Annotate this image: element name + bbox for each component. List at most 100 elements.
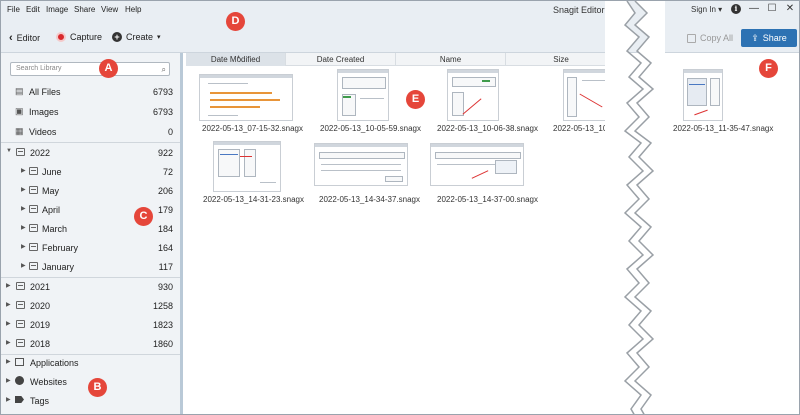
thumb-line (208, 83, 248, 84)
tree-month-june[interactable]: ▶ June 72 (1, 162, 180, 181)
file-thumbnail[interactable] (314, 143, 408, 186)
collapsed-arrow-icon: ▶ (21, 244, 26, 250)
images-icon: ▣ (15, 106, 24, 116)
collapsed-arrow-icon: ▶ (6, 397, 11, 403)
create-button[interactable]: + Create ▾ (112, 32, 161, 42)
file-thumbnail[interactable] (683, 69, 723, 121)
column-name[interactable]: Name (396, 53, 506, 66)
menu-image[interactable]: Image (46, 5, 68, 14)
thumb-line (360, 98, 384, 99)
editor-back-button[interactable]: ‹ Editor (9, 32, 40, 44)
menu-file[interactable]: File (7, 5, 20, 14)
library-videos[interactable]: ▦ Videos 0 (1, 123, 180, 141)
plus-icon: + (112, 32, 122, 42)
thumb-ribbon (435, 152, 521, 159)
thumb-highlight (210, 92, 272, 94)
menu-edit[interactable]: Edit (26, 5, 40, 14)
tree-label: February (42, 243, 79, 253)
thumb-arrow (462, 98, 482, 115)
chevron-down-icon: ▾ (157, 34, 161, 41)
callout-c: C (134, 207, 153, 226)
capture-icon (56, 32, 66, 42)
share-button[interactable]: ⇪ Share (741, 29, 797, 47)
tree-year-2019[interactable]: ▶ 2019 1823 (1, 315, 180, 334)
sort-header: ▲ Date Modified Date Created Name Size (186, 53, 616, 66)
thumb-selected-line (220, 154, 238, 155)
tree-year-2021[interactable]: ▶ 2021 930 (1, 277, 180, 296)
file-thumbnail[interactable] (447, 69, 499, 121)
thumb-panel (244, 149, 256, 177)
tree-applications[interactable]: ▶ Applications (1, 353, 180, 372)
tree-label: January (42, 262, 75, 272)
calendar-icon (29, 262, 38, 270)
calendar-icon (29, 243, 38, 251)
file-name[interactable]: 2022-05-13_10-06-38.snagx (437, 124, 538, 133)
tree-month-may[interactable]: ▶ May 206 (1, 181, 180, 200)
tree-count: 930 (157, 282, 173, 292)
tree-year-2018[interactable]: ▶ 2018 1860 (1, 334, 180, 353)
callout-b: B (88, 378, 107, 397)
tree-month-january[interactable]: ▶ January 117 (1, 257, 180, 276)
all-files-icon: ▤ (15, 86, 24, 96)
column-label: Size (553, 55, 569, 64)
library-count: 0 (167, 127, 173, 137)
menu-share[interactable]: Share (74, 5, 95, 14)
tree-year-2022[interactable]: ▼ 2022 922 (1, 143, 180, 162)
file-thumbnail[interactable] (430, 143, 524, 186)
column-date-modified[interactable]: ▲ Date Modified (186, 53, 286, 66)
file-name[interactable]: 2022-05-13_07-15-32.snagx (202, 124, 303, 133)
column-size[interactable]: Size (506, 53, 616, 66)
collapsed-arrow-icon: ▶ (6, 302, 11, 308)
tree-month-april[interactable]: ▶ April 179 (1, 200, 180, 219)
maximize-button[interactable]: ☐ (765, 3, 779, 14)
videos-icon: ▦ (15, 126, 24, 136)
toolbar: ‹ Editor Capture + Create ▾ Copy All ⇪ S… (1, 19, 799, 53)
file-name[interactable]: 2022-05-13_14-31-23.snagx (203, 195, 304, 204)
menu-view[interactable]: View (101, 5, 118, 14)
library-content: ▲ Date Modified Date Created Name Size 2… (183, 53, 799, 414)
library-all-files[interactable]: ▤ All Files 6793 (1, 83, 180, 101)
file-thumbnail[interactable] (199, 74, 293, 121)
collapsed-arrow-icon: ▶ (21, 168, 26, 174)
info-icon[interactable]: i (731, 4, 741, 14)
file-name[interactable]: 2022-05-13_11-35-47.snagx (673, 124, 773, 133)
library-count: 6793 (152, 107, 173, 117)
file-name[interactable]: 2022-05-13_14-34-37.snagx (319, 195, 420, 204)
tree-year-2020[interactable]: ▶ 2020 1258 (1, 296, 180, 315)
file-name[interactable]: 2022-05-13_10-05-59.snagx (320, 124, 421, 133)
menu-help[interactable]: Help (125, 5, 141, 14)
search-icon: ⌕ (161, 65, 166, 74)
minimize-button[interactable]: — (747, 3, 761, 14)
collapsed-arrow-icon: ▶ (21, 225, 26, 231)
thumb-titlebar (448, 70, 498, 73)
sign-in-menu[interactable]: Sign In ▾ (691, 5, 722, 14)
thumb-panel (567, 77, 577, 117)
thumb-line (321, 164, 401, 165)
copy-all-button[interactable]: Copy All (687, 33, 733, 43)
search-input[interactable]: Search Library ⌕ (10, 62, 170, 76)
library-images[interactable]: ▣ Images 6793 (1, 103, 180, 121)
tree-label: 2019 (30, 320, 51, 330)
sign-in-label: Sign In (691, 5, 716, 14)
callout-d: D (226, 12, 245, 31)
capture-button[interactable]: Capture (56, 32, 102, 42)
column-date-created[interactable]: Date Created (286, 53, 396, 66)
thumb-titlebar (315, 144, 407, 147)
globe-icon (15, 376, 24, 385)
file-thumbnail[interactable] (213, 141, 281, 192)
calendar-icon (29, 224, 38, 232)
tree-label: 2020 (30, 301, 51, 311)
thumb-arrow (579, 93, 603, 108)
tree-month-march[interactable]: ▶ March 184 (1, 219, 180, 238)
library-sidebar: Search Library ⌕ ▤ All Files 6793 ▣ Imag… (1, 53, 183, 414)
collapsed-arrow-icon: ▶ (6, 283, 11, 289)
close-button[interactable]: ✕ (783, 3, 797, 14)
tree-count: 1860 (152, 339, 173, 349)
file-name[interactable]: 2022-05-13_14-37-00.snagx (437, 195, 538, 204)
tag-icon (15, 396, 24, 403)
tree-count: 1258 (152, 301, 173, 311)
tree-label: March (42, 224, 68, 234)
library-label: All Files (29, 87, 61, 97)
file-thumbnail[interactable] (337, 69, 389, 121)
tree-month-february[interactable]: ▶ February 164 (1, 238, 180, 257)
